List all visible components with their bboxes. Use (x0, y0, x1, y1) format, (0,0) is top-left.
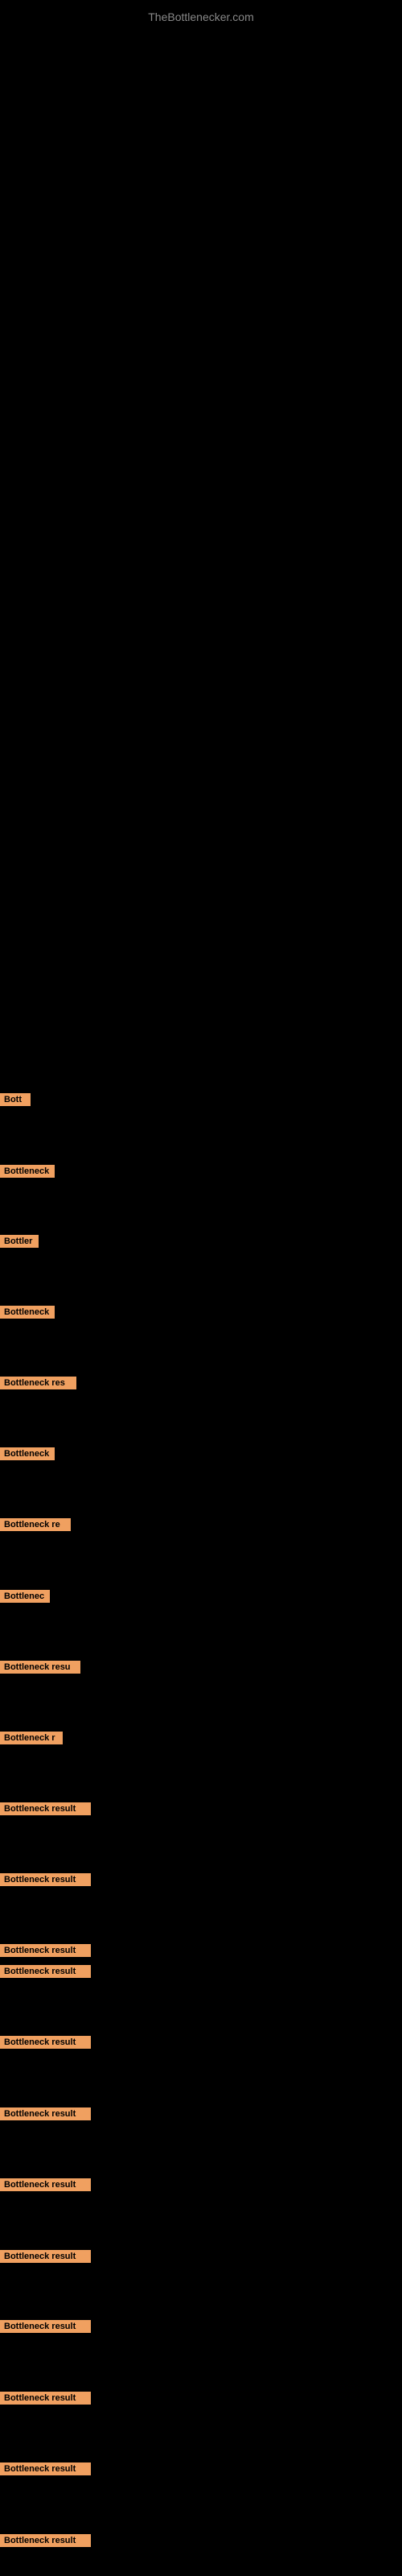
bottleneck-result-label: Bottleneck result (0, 2250, 91, 2263)
bottleneck-result-label: Bottleneck result (0, 2534, 91, 2547)
bottleneck-label-container: Bottleneck result (0, 2320, 91, 2337)
bottleneck-result-label: Bottleneck result (0, 2036, 91, 2049)
bottleneck-result-label: Bottleneck result (0, 2392, 91, 2405)
bottleneck-result-label: Bottleneck result (0, 2320, 91, 2333)
bottleneck-label-container: Bottleneck re (0, 1518, 71, 1535)
bottleneck-result-label: Bottleneck result (0, 1873, 91, 1886)
bottleneck-label-container: Bottleneck (0, 1306, 55, 1323)
bottleneck-label-container: Bott (0, 1093, 31, 1110)
bottleneck-label-container: Bottleneck result (0, 1873, 91, 1890)
bottleneck-label-container: Bottleneck resu (0, 1661, 80, 1678)
bottleneck-result-label: Bottleneck (0, 1447, 55, 1460)
bottleneck-result-label: Bottleneck result (0, 2462, 91, 2475)
bottleneck-label-container: Bottleneck result (0, 2462, 91, 2479)
bottleneck-result-label: Bottleneck res (0, 1377, 76, 1389)
bottleneck-label-container: Bottler (0, 1235, 39, 1252)
bottleneck-result-label: Bottleneck result (0, 1965, 91, 1978)
bottleneck-label-container: Bottleneck result (0, 2107, 91, 2124)
bottleneck-label-container: Bottleneck result (0, 1802, 91, 1819)
bottleneck-result-label: Bottleneck r (0, 1732, 63, 1744)
bottleneck-label-container: Bottleneck r (0, 1732, 63, 1748)
bottleneck-result-label: Bottleneck result (0, 1802, 91, 1815)
bottleneck-label-container: Bottleneck result (0, 2178, 91, 2195)
bottleneck-result-label: Bott (0, 1093, 31, 1106)
bottleneck-result-label: Bottleneck (0, 1165, 55, 1178)
bottleneck-label-container: Bottleneck result (0, 2392, 91, 2409)
site-title: TheBottlenecker.com (0, 4, 402, 30)
bottleneck-label-container: Bottleneck result (0, 1944, 91, 1961)
bottleneck-result-label: Bottler (0, 1235, 39, 1248)
bottleneck-result-label: Bottleneck result (0, 2107, 91, 2120)
bottleneck-label-container: Bottleneck (0, 1447, 55, 1464)
bottleneck-label-container: Bottleneck result (0, 2534, 91, 2551)
bottleneck-label-container: Bottleneck result (0, 2250, 91, 2267)
bottleneck-result-label: Bottleneck result (0, 1944, 91, 1957)
bottleneck-result-label: Bottleneck resu (0, 1661, 80, 1674)
bottleneck-label-container: Bottleneck (0, 1165, 55, 1182)
bottleneck-label-container: Bottlenec (0, 1590, 50, 1607)
bottleneck-result-label: Bottleneck result (0, 2178, 91, 2191)
bottleneck-result-label: Bottleneck re (0, 1518, 71, 1531)
bottleneck-label-container: Bottleneck result (0, 1965, 91, 1982)
bottleneck-result-label: Bottlenec (0, 1590, 50, 1603)
bottleneck-result-label: Bottleneck (0, 1306, 55, 1319)
bottleneck-label-container: Bottleneck result (0, 2036, 91, 2053)
bottleneck-label-container: Bottleneck res (0, 1377, 76, 1393)
